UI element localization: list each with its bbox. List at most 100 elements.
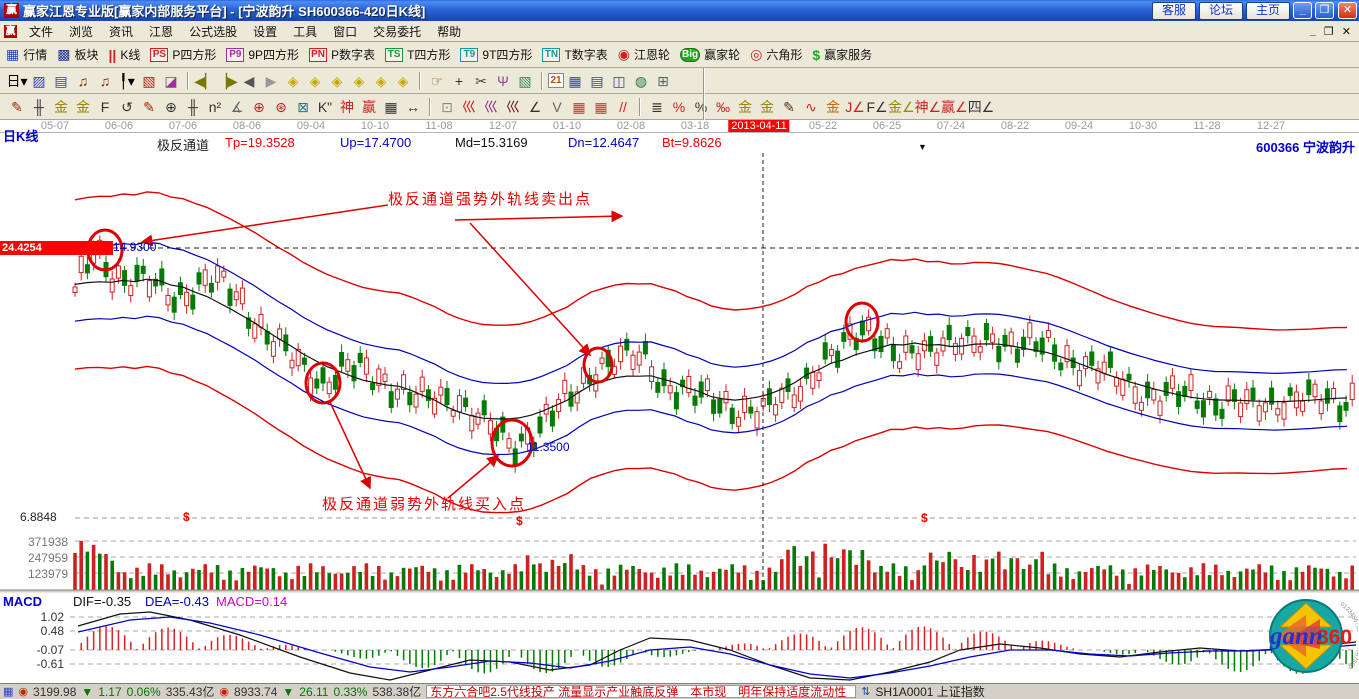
tool-9P四方形[interactable]: P99P四方形: [226, 46, 299, 63]
news-ticker[interactable]: 东方六合吧2.5代线投产 流量显示产业触底反弹 本市现 明年保持适度流动性 公司…: [426, 685, 856, 698]
menu-item-江恩[interactable]: 江恩: [141, 21, 181, 42]
fan-purple-icon[interactable]: 巛: [480, 96, 502, 118]
menu-item-文件[interactable]: 文件: [21, 21, 61, 42]
sh-index-value[interactable]: 3199.98: [33, 685, 76, 699]
next-icon[interactable]: ▶: [260, 70, 282, 92]
diamond-tool-icon[interactable]: ◈: [348, 70, 370, 92]
last-icon[interactable]: ▕▶: [216, 70, 238, 92]
menu-item-设置[interactable]: 设置: [245, 21, 285, 42]
red-grid2-icon[interactable]: ▦: [590, 96, 612, 118]
cut-tool-icon[interactable]: ✂: [470, 70, 492, 92]
bar3-icon[interactable]: ♫: [72, 70, 94, 92]
fan-dark-icon[interactable]: 巛: [502, 96, 524, 118]
shen-grid-icon[interactable]: 神: [336, 96, 358, 118]
hline-grid-icon[interactable]: ╫: [28, 96, 50, 118]
ticker-scroll-icon[interactable]: ⇅: [861, 685, 870, 698]
fibonacci-icon[interactable]: F: [94, 96, 116, 118]
circle-tool-icon[interactable]: ⊕: [160, 96, 182, 118]
chart-grid-icon[interactable]: ▧: [138, 70, 160, 92]
web-icon[interactable]: ◍: [630, 70, 652, 92]
save-icon[interactable]: ◫: [608, 70, 630, 92]
tool-P数字表[interactable]: PNP数字表: [309, 46, 375, 63]
angle-icon[interactable]: ∡: [226, 96, 248, 118]
mdi-restore-button[interactable]: ❐: [1324, 25, 1334, 38]
percent-icon[interactable]: %: [690, 96, 712, 118]
menu-item-公式选股[interactable]: 公式选股: [181, 21, 245, 42]
diamond-tool-icon[interactable]: ◈: [326, 70, 348, 92]
sh-index-icon[interactable]: ◉: [18, 685, 28, 698]
kline-view-icon[interactable]: ▨: [28, 70, 50, 92]
mark-pen-icon[interactable]: ✎: [778, 96, 800, 118]
restore-button[interactable]: ❐: [1315, 2, 1334, 19]
tool-六角形[interactable]: ◎六角形: [750, 46, 802, 63]
calendar-icon[interactable]: 21: [548, 73, 564, 88]
tool-板块[interactable]: ▩板块: [57, 46, 98, 63]
diamond-tool-icon[interactable]: ◈: [370, 70, 392, 92]
customer-service-button[interactable]: 客服: [1152, 2, 1196, 20]
color-chart-icon[interactable]: ◪: [160, 70, 182, 92]
forum-button[interactable]: 论坛: [1199, 2, 1243, 20]
gold-angle-icon[interactable]: 金: [822, 96, 844, 118]
close-button[interactable]: ✕: [1338, 2, 1357, 19]
j-angle-icon[interactable]: J∠: [844, 96, 866, 118]
four-angle-icon[interactable]: 四∠: [968, 96, 995, 118]
first-icon[interactable]: ◀▏: [194, 70, 216, 92]
calculator-icon[interactable]: ▦: [564, 70, 586, 92]
diamond-tool-icon[interactable]: ◈: [392, 70, 414, 92]
v-line-icon[interactable]: V: [546, 96, 568, 118]
shen-angle-icon[interactable]: 神∠: [915, 96, 942, 118]
menu-item-帮助[interactable]: 帮助: [429, 21, 469, 42]
sz-index-icon[interactable]: ◉: [219, 685, 229, 698]
permille-icon[interactable]: ‰: [712, 96, 734, 118]
tool-赢家轮[interactable]: Big赢家轮: [680, 46, 740, 63]
tool-行情[interactable]: ▦行情: [6, 46, 47, 63]
prev-icon[interactable]: ◀: [238, 70, 260, 92]
menu-item-浏览[interactable]: 浏览: [61, 21, 101, 42]
f-angle-icon[interactable]: F∠: [866, 96, 888, 118]
box-cross-icon[interactable]: ⊠: [292, 96, 314, 118]
gold-angle2-icon[interactable]: 金∠: [888, 96, 915, 118]
homepage-button[interactable]: 主页: [1246, 2, 1290, 20]
levels-icon[interactable]: ≣: [646, 96, 668, 118]
chevron-down-icon[interactable]: ▼: [918, 142, 927, 152]
parallel-icon[interactable]: //: [612, 96, 634, 118]
minimize-button[interactable]: _: [1293, 2, 1312, 19]
diamond-tool-icon[interactable]: ◈: [304, 70, 326, 92]
angle-line-icon[interactable]: ∠: [524, 96, 546, 118]
tool-江恩轮[interactable]: ◉江恩轮: [618, 46, 670, 63]
crosshair-tool-icon[interactable]: +: [448, 70, 470, 92]
fan-red-icon[interactable]: 巛: [458, 96, 480, 118]
quote-table-icon[interactable]: ▦: [3, 685, 13, 698]
percent-red-icon[interactable]: %: [668, 96, 690, 118]
brain-tool-icon[interactable]: ▧: [514, 70, 536, 92]
win-angle-icon[interactable]: 赢∠: [941, 96, 968, 118]
gold-circle-icon[interactable]: 金: [734, 96, 756, 118]
pen2-tool-icon[interactable]: ✎: [138, 96, 160, 118]
spiral-icon[interactable]: ↺: [116, 96, 138, 118]
notes-icon[interactable]: ▤: [586, 70, 608, 92]
tool-T数字表[interactable]: TNT数字表: [542, 46, 607, 63]
square-number-icon[interactable]: n²: [204, 96, 226, 118]
tool-P四方形[interactable]: PSP四方形: [150, 46, 216, 63]
period-day-dropdown[interactable]: 日▾: [6, 70, 28, 92]
menu-item-交易委托[interactable]: 交易委托: [365, 21, 429, 42]
tool-赢家服务[interactable]: $赢家服务: [812, 46, 872, 63]
grid-icon[interactable]: ▦: [380, 96, 402, 118]
bar9-icon[interactable]: ♫: [94, 70, 116, 92]
target-icon[interactable]: ⊕: [248, 96, 270, 118]
sz-index-value[interactable]: 8933.74: [234, 685, 277, 699]
kline-mark-icon[interactable]: K": [314, 96, 336, 118]
candle-style-dropdown[interactable]: ╿▾: [116, 70, 138, 92]
menu-item-窗口[interactable]: 窗口: [325, 21, 365, 42]
mdi-close-button[interactable]: ✕: [1342, 25, 1351, 38]
ruler-icon[interactable]: ╫: [182, 96, 204, 118]
hand-tool-icon[interactable]: ☞: [426, 70, 448, 92]
tool-9T四方形[interactable]: T99T四方形: [460, 46, 532, 63]
minute-view-icon[interactable]: ▤: [50, 70, 72, 92]
wave-icon[interactable]: ∿: [800, 96, 822, 118]
menu-item-工具[interactable]: 工具: [285, 21, 325, 42]
gold-grid2-icon[interactable]: 金: [72, 96, 94, 118]
gold-grid-icon[interactable]: 金: [50, 96, 72, 118]
pen-tool-icon[interactable]: ✎: [6, 96, 28, 118]
gold-level-icon[interactable]: 金: [756, 96, 778, 118]
